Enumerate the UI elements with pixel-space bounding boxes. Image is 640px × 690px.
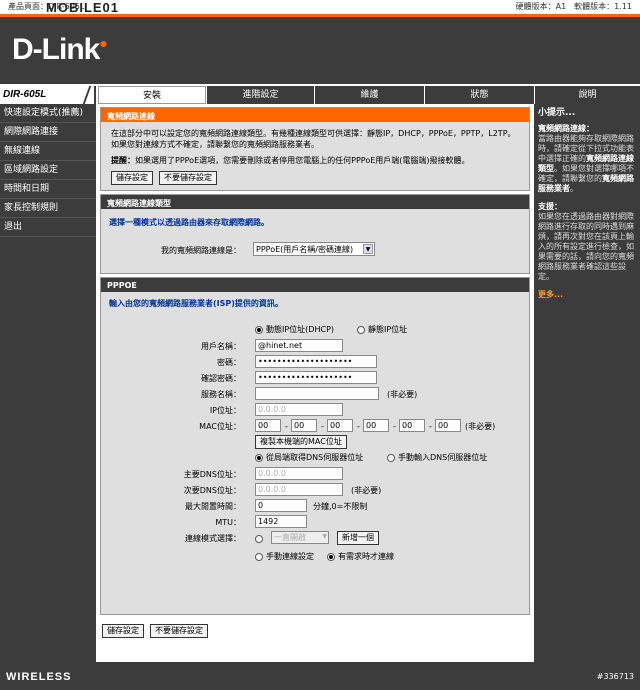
dont-save-button-bottom[interactable]: 不要儲存設定 bbox=[150, 624, 208, 638]
sidebar-item-logout[interactable]: 退出 bbox=[0, 218, 96, 237]
dns2-input[interactable]: 0.0.0.0 bbox=[255, 483, 343, 496]
radio-on-icon bbox=[255, 453, 263, 462]
dns-manual-radio[interactable]: 手動輸入DNS伺服器位址 bbox=[387, 452, 487, 463]
chevron-down-icon: ▼ bbox=[363, 244, 373, 254]
sidebar-item-time[interactable]: 時間和日期 bbox=[0, 180, 96, 199]
schedule-radio[interactable] bbox=[255, 533, 266, 544]
save-settings-button[interactable]: 儲存設定 bbox=[111, 171, 153, 185]
mac-octet-6[interactable]: 00 bbox=[435, 419, 461, 432]
confirm-password-input[interactable]: •••••••••••••••••••• bbox=[255, 371, 377, 384]
mac-optional-note: (非必要) bbox=[465, 422, 496, 431]
dlink-logo: D-Link● bbox=[12, 33, 108, 66]
dns1-input[interactable]: 0.0.0.0 bbox=[255, 467, 343, 480]
confirm-password-label: 確認密碼： bbox=[201, 374, 241, 383]
username-label: 用戶名稱： bbox=[201, 342, 241, 351]
conn-type-title: 寬頻網路連線類型 bbox=[101, 195, 529, 209]
tab-maintenance[interactable]: 維護 bbox=[314, 86, 424, 104]
service-name-label: 服務名稱： bbox=[201, 390, 241, 399]
help-h2: 支援： bbox=[538, 202, 562, 211]
mac-octet-2[interactable]: 00 bbox=[291, 419, 317, 432]
radio-off-icon bbox=[357, 325, 365, 334]
mac-octet-5[interactable]: 00 bbox=[399, 419, 425, 432]
conn-type-section: 寬頻網路連線類型 選擇一種模式以透過路由器來存取網際網路。 我的寬頻網路連線是：… bbox=[100, 194, 530, 274]
tip-text: 如果選用了PPPoE選項，您需要刪除或者停用您電腦上的任何PPPoE用戶端(電腦… bbox=[135, 156, 470, 165]
sidebar-item-parental[interactable]: 家長控制規則 bbox=[0, 199, 96, 218]
idle-time-label: 最大閒置時間： bbox=[185, 502, 241, 511]
help-text-1e: 。 bbox=[570, 184, 578, 193]
tab-status[interactable]: 狀態 bbox=[424, 86, 534, 104]
mac-octet-1[interactable]: 00 bbox=[255, 419, 281, 432]
conn-type-prompt: 選擇一種模式以透過路由器來存取網際網路。 bbox=[109, 218, 269, 227]
tab-help[interactable]: 說明 bbox=[534, 86, 640, 104]
add-new-button[interactable]: 新增一個 bbox=[337, 531, 379, 545]
intro-section: 寬頻網路連線 在這部分中可以設定您的寬頻網路連線類型。有幾種連線類型可供選擇：靜… bbox=[100, 107, 530, 191]
radio-on-icon bbox=[327, 552, 335, 561]
idle-time-input[interactable]: 0 bbox=[255, 499, 307, 512]
help-more-link[interactable]: 更多... bbox=[538, 290, 563, 299]
sidebar-item-wizard[interactable]: 快速設定模式(推薦) bbox=[0, 104, 96, 123]
on-demand-radio[interactable]: 有需求時才連線 bbox=[327, 551, 394, 562]
footer-brand: WIRELESS bbox=[6, 671, 72, 683]
help-panel: 小提示... 寬頻網路連線： 當路由器能夠存取網際網路時，請確定從下拉式功能表中… bbox=[534, 104, 640, 662]
manual-connect-radio[interactable]: 手動連線設定 bbox=[255, 551, 314, 562]
password-input[interactable]: •••••••••••••••••••• bbox=[255, 355, 377, 368]
sidebar-item-internet[interactable]: 網際網路連接 bbox=[0, 123, 96, 142]
footer: WIRELESS #336713 bbox=[0, 662, 640, 690]
username-input[interactable]: @hinet.net bbox=[255, 339, 343, 352]
ip-address-label: IP位址： bbox=[209, 406, 241, 415]
sidebar: 快速設定模式(推薦) 網際網路連接 無線連線 區域網路設定 時間和日期 家長控制… bbox=[0, 104, 96, 662]
logo-band: D-Link● bbox=[0, 14, 640, 84]
help-h1: 寬頻網路連線： bbox=[538, 124, 594, 133]
radio-off-icon bbox=[255, 552, 263, 561]
version-info: 硬體版本：A1 軟體版本：1.11 bbox=[515, 2, 632, 11]
top-bar: 產品頁面：DIR-605L MOBILE01 硬體版本：A1 軟體版本：1.11 bbox=[0, 0, 640, 15]
radio-off-icon bbox=[255, 534, 263, 543]
tab-setup[interactable]: 安裝 bbox=[98, 86, 206, 104]
footer-id: #336713 bbox=[596, 672, 634, 681]
pppoe-prompt: 輸入由您的寬頻網路服務業者(ISP)提供的資訊。 bbox=[109, 299, 283, 308]
password-label: 密碼： bbox=[217, 358, 241, 367]
mtu-label: MTU： bbox=[215, 518, 241, 527]
mtu-input[interactable]: 1492 bbox=[255, 515, 307, 528]
sidebar-item-lan[interactable]: 區域網路設定 bbox=[0, 161, 96, 180]
pppoe-section: PPPOE 輸入由您的寬頻網路服務業者(ISP)提供的資訊。 動態IP位址(DH… bbox=[100, 277, 530, 615]
dont-save-button[interactable]: 不要儲存設定 bbox=[159, 171, 217, 185]
dns-auto-radio[interactable]: 從局端取得DNS伺服器位址 bbox=[255, 452, 363, 463]
model-label: DIR-605L bbox=[0, 86, 96, 104]
chevron-down-icon: ▼ bbox=[322, 533, 327, 540]
conn-type-select[interactable]: PPPoE(用戶名稱/密碼連線) ▼ bbox=[253, 242, 375, 256]
tab-advanced[interactable]: 進階設定 bbox=[206, 86, 314, 104]
conn-type-label: 我的寬頻網路連線是： bbox=[161, 246, 241, 255]
intro-title: 寬頻網路連線 bbox=[101, 108, 529, 122]
dns2-optional-note: (非必要) bbox=[351, 486, 382, 495]
radio-off-icon bbox=[387, 453, 395, 462]
watermark: MOBILE01 bbox=[46, 0, 120, 15]
mac-octet-4[interactable]: 00 bbox=[363, 419, 389, 432]
radio-on-icon bbox=[255, 325, 263, 334]
intro-text: 在這部分中可以設定您的寬頻網路連線類型。有幾種連線類型可供選擇：靜態IP，DHC… bbox=[111, 129, 516, 149]
dns2-label: 次要DNS位址： bbox=[183, 486, 241, 495]
help-text-2: 如果您在透過路由器對網際網路進行存取的同時遇到麻煩，請再次對您在該頁上輸入的所有… bbox=[538, 212, 634, 281]
tip-label: 提醒： bbox=[111, 156, 135, 165]
service-optional-note: (非必要) bbox=[387, 390, 418, 399]
service-name-input[interactable] bbox=[255, 387, 379, 400]
save-settings-button-bottom[interactable]: 儲存設定 bbox=[102, 624, 144, 638]
mac-address-label: MAC位址： bbox=[199, 422, 241, 431]
mac-octet-3[interactable]: 00 bbox=[327, 419, 353, 432]
conn-type-value: PPPoE(用戶名稱/密碼連線) bbox=[256, 245, 354, 254]
static-ip-radio[interactable]: 靜態IP位址 bbox=[357, 324, 407, 335]
idle-time-unit: 分鐘,0=不限制 bbox=[313, 502, 368, 511]
main-content: 寬頻網路連線 在這部分中可以設定您的寬頻網路連線類型。有幾種連線類型可供選擇：靜… bbox=[98, 104, 532, 662]
connect-mode-label: 連線模式選擇： bbox=[185, 534, 241, 543]
sidebar-item-wireless[interactable]: 無線連線 bbox=[0, 142, 96, 161]
dns1-label: 主要DNS位址： bbox=[183, 470, 241, 479]
dynamic-ip-radio[interactable]: 動態IP位址(DHCP) bbox=[255, 324, 334, 335]
clone-mac-button[interactable]: 複製本機端的MAC位址 bbox=[255, 435, 347, 449]
pppoe-title: PPPOE bbox=[101, 278, 529, 292]
schedule-select[interactable]: 一直開啟 ▼ bbox=[271, 531, 329, 544]
help-title: 小提示... bbox=[538, 108, 576, 118]
ip-address-input[interactable]: 0.0.0.0 bbox=[255, 403, 343, 416]
